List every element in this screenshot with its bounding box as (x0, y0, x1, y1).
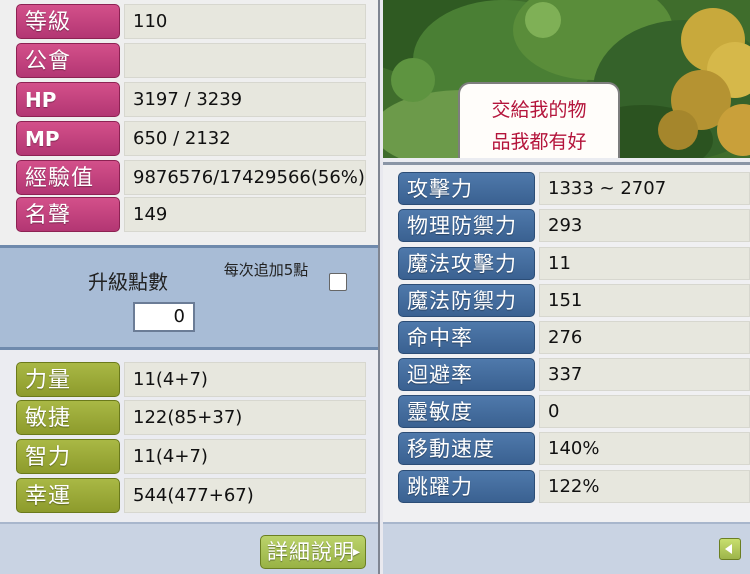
stat-row-luk: 幸運 544(477+67) (16, 478, 366, 513)
attack-label: 攻擊力 (398, 172, 535, 205)
ability-points-title: 升級點數 (88, 270, 168, 294)
magic-atk-value: 11 (539, 247, 750, 280)
avoid-label: 迴避率 (398, 358, 535, 391)
speed-value: 140% (539, 432, 750, 465)
hp-label-text: HP (25, 88, 57, 112)
guild-value (124, 43, 366, 78)
int-label: 智力 (16, 439, 120, 474)
right-footer-bar (383, 522, 750, 574)
auto-assign-checkbox[interactable] (329, 273, 347, 291)
exp-value: 9876576/17429566(56%) (124, 160, 366, 195)
attack-value: 1333 ~ 2707 (539, 172, 750, 205)
chevron-right-icon: ▸ (352, 544, 361, 560)
hp-label: HP (16, 82, 120, 117)
str-value: 11(4+7) (124, 362, 366, 397)
detail-row-avoid: 迴避率 337 (398, 358, 750, 391)
npc-speech-line-2: 品我都有好 (491, 131, 587, 153)
magic-def-label: 魔法防禦力 (398, 284, 535, 317)
npc-speech-line-1: 交給我的物 (491, 99, 587, 121)
mp-value: 650 / 2132 (124, 121, 366, 156)
info-row-hp: HP 3197 / 3239 (16, 82, 366, 117)
speed-label: 移動速度 (398, 432, 535, 465)
fame-value: 149 (124, 197, 366, 232)
detail-button-label: 詳細說明 (267, 540, 355, 564)
character-stats-panel: 等級 110 公會 HP 3197 / 3239 MP 650 / 2132 經… (0, 0, 380, 574)
info-row-level: 等級 110 (16, 4, 366, 39)
info-row-mp: MP 650 / 2132 (16, 121, 366, 156)
jump-value: 122% (539, 470, 750, 503)
npc-speech-text: 交給我的物 品我都有好 (460, 94, 618, 158)
hands-value: 0 (539, 395, 750, 428)
info-row-guild: 公會 (16, 43, 366, 78)
hands-label: 靈敏度 (398, 395, 535, 428)
weapon-def-label: 物理防禦力 (398, 209, 535, 242)
guild-label: 公會 (16, 43, 120, 78)
npc-scene: 交給我的物 品我都有好 (383, 0, 750, 158)
ability-points-section: 升級點數 0 每次追加5點 (0, 245, 378, 350)
str-label: 力量 (16, 362, 120, 397)
magic-def-value: 151 (539, 284, 750, 317)
ability-points-field[interactable]: 0 (133, 302, 195, 332)
level-label: 等級 (16, 4, 120, 39)
mp-label: MP (16, 121, 120, 156)
dex-value: 122(85+37) (124, 400, 366, 435)
detail-row-speed: 移動速度 140% (398, 432, 750, 465)
level-value: 110 (124, 4, 366, 39)
accuracy-value: 276 (539, 321, 750, 354)
avoid-value: 337 (539, 358, 750, 391)
dex-label: 敏捷 (16, 400, 120, 435)
arrow-left-icon[interactable] (719, 538, 741, 560)
detail-row-accuracy: 命中率 276 (398, 321, 750, 354)
hp-value: 3197 / 3239 (124, 82, 366, 117)
detail-row-attack: 攻擊力 1333 ~ 2707 (398, 172, 750, 205)
magic-atk-label: 魔法攻擊力 (398, 247, 535, 280)
luk-label: 幸運 (16, 478, 120, 513)
jump-label: 跳躍力 (398, 470, 535, 503)
mp-label-text: MP (25, 127, 60, 151)
detail-row-weapon-def: 物理防禦力 293 (398, 209, 750, 242)
detail-row-magic-atk: 魔法攻擊力 11 (398, 247, 750, 280)
int-value: 11(4+7) (124, 439, 366, 474)
detail-stats-panel: 交給我的物 品我都有好 攻擊力 1333 ~ 2707 物理防禦力 293 魔法… (383, 0, 750, 574)
weapon-def-value: 293 (539, 209, 750, 242)
npc-speech-bubble: 交給我的物 品我都有好 (458, 82, 620, 158)
auto-assign-label: 每次追加5點 (223, 261, 309, 279)
exp-label: 經驗值 (16, 160, 120, 195)
detail-row-magic-def: 魔法防禦力 151 (398, 284, 750, 317)
info-row-fame: 名聲 149 (16, 197, 366, 232)
luk-value: 544(477+67) (124, 478, 366, 513)
info-row-exp: 經驗值 9876576/17429566(56%) (16, 160, 366, 195)
stat-row-str: 力量 11(4+7) (16, 362, 366, 397)
detail-row-jump: 跳躍力 122% (398, 470, 750, 503)
detail-row-hands: 靈敏度 0 (398, 395, 750, 428)
accuracy-label: 命中率 (398, 321, 535, 354)
fame-label: 名聲 (16, 197, 120, 232)
stat-row-dex: 敏捷 122(85+37) (16, 400, 366, 435)
detail-button[interactable]: 詳細說明 ▸ (260, 535, 366, 569)
stat-row-int: 智力 11(4+7) (16, 439, 366, 474)
